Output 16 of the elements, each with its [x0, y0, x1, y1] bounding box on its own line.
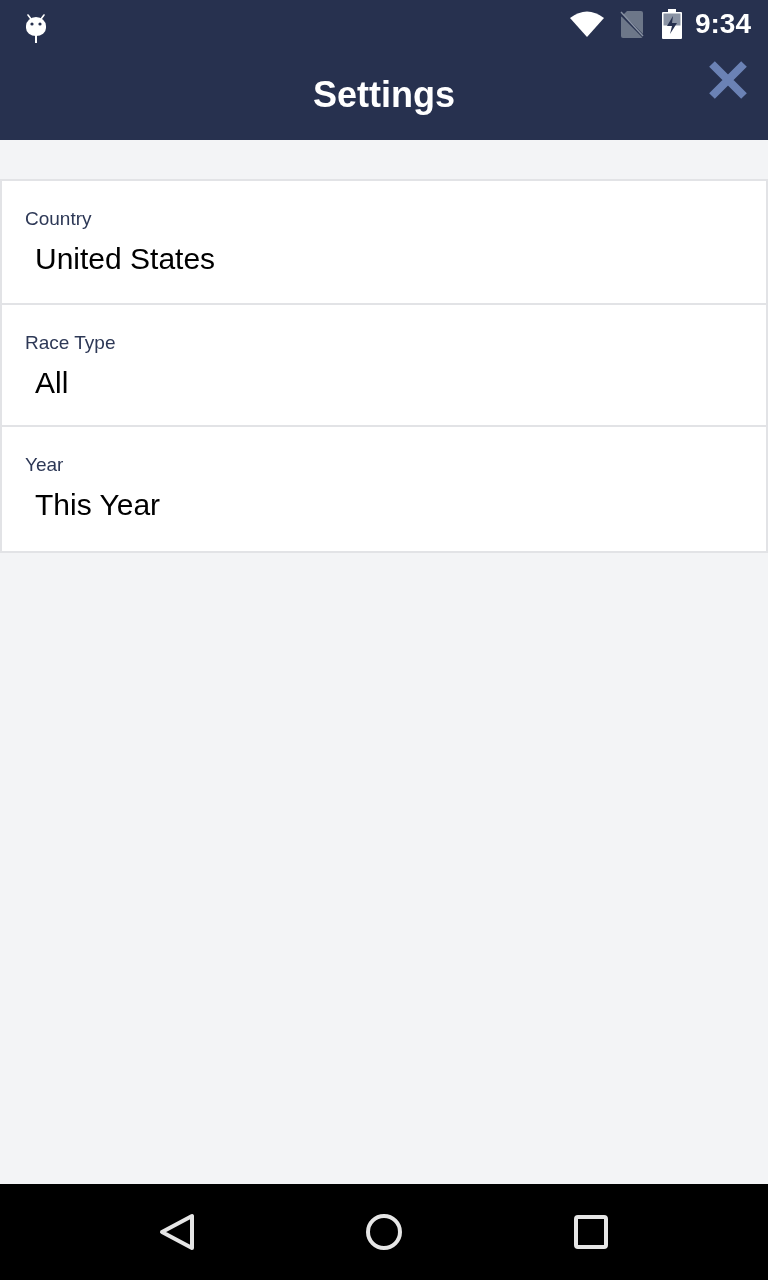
setting-value: This Year	[34, 488, 162, 522]
battery-charging-icon	[661, 9, 682, 39]
android-debug-icon	[25, 13, 47, 43]
no-sim-icon	[619, 10, 644, 38]
home-icon	[366, 1214, 402, 1250]
setting-label: Year	[25, 454, 65, 476]
setting-label: Country	[25, 208, 93, 230]
wifi-icon	[569, 11, 604, 37]
setting-value: United States	[34, 242, 217, 276]
setting-value: All	[34, 366, 70, 400]
setting-label: Race Type	[25, 332, 117, 354]
close-icon	[708, 60, 748, 100]
page-title: Settings	[313, 77, 455, 113]
back-icon	[159, 1213, 196, 1251]
clock-time: 9:34	[694, 10, 751, 38]
recents-icon	[573, 1215, 608, 1249]
